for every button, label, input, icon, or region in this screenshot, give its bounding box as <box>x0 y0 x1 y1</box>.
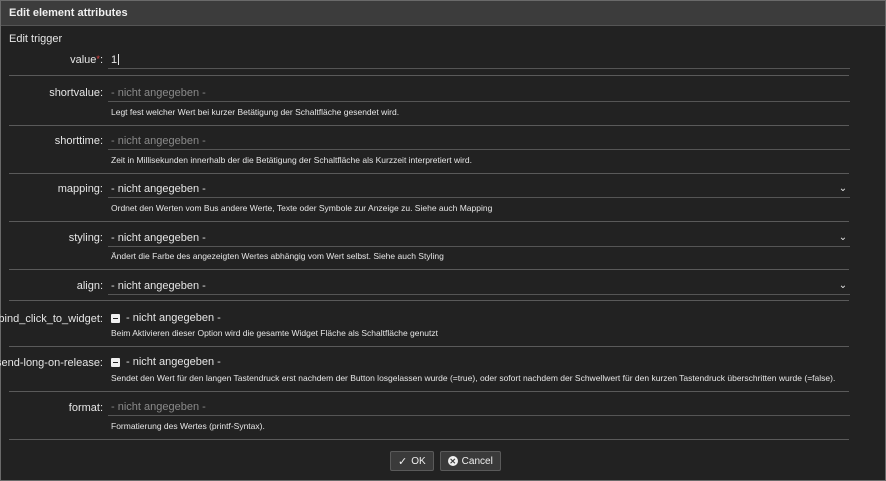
ok-button[interactable]: ✓ OK <box>390 451 434 471</box>
format-input[interactable]: - nicht angegeben - <box>108 398 850 416</box>
checkbox-indeterminate-icon <box>111 357 120 367</box>
shorttime-input[interactable]: - nicht angegeben - <box>108 132 850 150</box>
shortvalue-input[interactable]: - nicht angegeben - <box>108 84 850 102</box>
bind-click-to-widget-label: bind_click_to_widget: <box>0 313 103 325</box>
send-long-on-release-description: Sendet den Wert für den langen Tastendru… <box>111 373 836 383</box>
bind-click-to-widget-checkbox[interactable]: - nicht angegeben - <box>108 309 850 327</box>
chevron-down-icon: ⌄ <box>838 232 848 243</box>
checkbox-indeterminate-icon <box>111 313 120 323</box>
shortvalue-label: shortvalue: <box>49 87 103 99</box>
dialog-title: Edit element attributes <box>1 1 885 26</box>
send-long-on-release-checkbox[interactable]: - nicht angegeben - <box>108 353 850 371</box>
styling-description: Ändert die Farbe des angezeigten Wertes … <box>111 251 444 261</box>
mapping-select[interactable]: - nicht angegeben - ⌄ <box>108 180 850 198</box>
separator <box>9 300 849 301</box>
chevron-down-icon: ⌄ <box>838 183 848 194</box>
value-label: value*: <box>70 54 103 66</box>
send-long-on-release-label: send-long-on-release: <box>0 357 103 369</box>
styling-select[interactable]: - nicht angegeben - ⌄ <box>108 229 850 247</box>
value-input[interactable]: 1 <box>108 51 850 69</box>
dialog-buttons: ✓ OK ✕ Cancel <box>390 451 501 471</box>
shortvalue-description: Legt fest welcher Wert bei kurzer Betäti… <box>111 107 400 117</box>
edit-attributes-dialog: Edit element attributes Edit trigger val… <box>0 0 886 481</box>
separator <box>9 439 849 440</box>
cancel-circle-icon: ✕ <box>447 456 458 466</box>
shorttime-description: Zeit in Millisekunden innerhalb der die … <box>111 155 472 165</box>
separator <box>9 75 849 76</box>
align-select[interactable]: - nicht angegeben - ⌄ <box>108 277 850 295</box>
format-description: Formatierung des Wertes (printf-Syntax). <box>111 421 265 431</box>
separator <box>9 221 849 222</box>
mapping-description: Ordnet den Werten vom Bus andere Werte, … <box>111 203 493 213</box>
chevron-down-icon: ⌄ <box>838 280 848 291</box>
separator <box>9 173 849 174</box>
separator <box>9 391 849 392</box>
text-cursor <box>118 54 120 65</box>
align-label: align: <box>76 280 103 292</box>
shorttime-label: shorttime: <box>54 135 103 147</box>
separator <box>9 269 849 270</box>
format-label: format: <box>68 402 103 414</box>
checkmark-icon: ✓ <box>398 455 408 468</box>
styling-label: styling: <box>68 232 103 244</box>
bind-click-to-widget-description: Beim Aktivieren dieser Option wird die g… <box>111 328 438 338</box>
mapping-label: mapping: <box>57 183 103 195</box>
cancel-button[interactable]: ✕ Cancel <box>439 451 501 471</box>
separator <box>9 125 849 126</box>
dialog-subtitle: Edit trigger <box>9 33 63 45</box>
separator <box>9 346 849 347</box>
